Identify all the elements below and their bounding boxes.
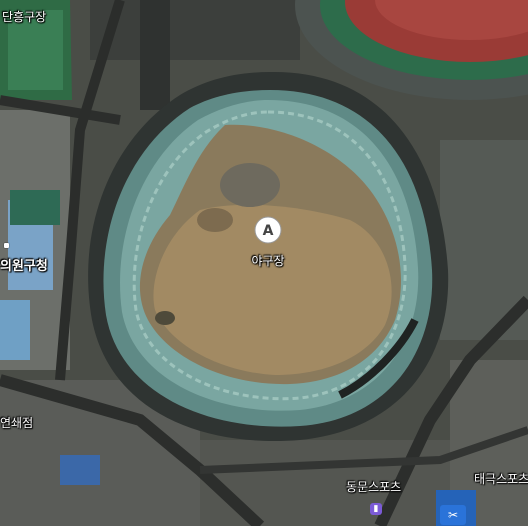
poi-dot-office [4,243,9,248]
satellite-map[interactable]: A 야구장 단흥구장 의원구청 연쇄점 동문스포츠 ▮ 태극스포츠 ✂ [0,0,528,526]
map-label-top-left[interactable]: 단흥구장 [2,8,46,25]
sports-icon[interactable]: ✂ [440,505,466,525]
map-label-office[interactable]: 의원구청 [0,255,48,274]
location-marker-pin[interactable]: A [253,215,283,245]
marker-place-label[interactable]: 야구장 [238,252,298,269]
map-label-taeguk-sports[interactable]: 태극스포츠 [474,470,528,487]
marker-letter: A [263,223,274,239]
map-label-sports-shop[interactable]: 동문스포츠 [346,478,401,495]
map-label-store[interactable]: 연쇄점 [0,414,33,431]
shopping-icon[interactable]: ▮ [370,503,382,515]
